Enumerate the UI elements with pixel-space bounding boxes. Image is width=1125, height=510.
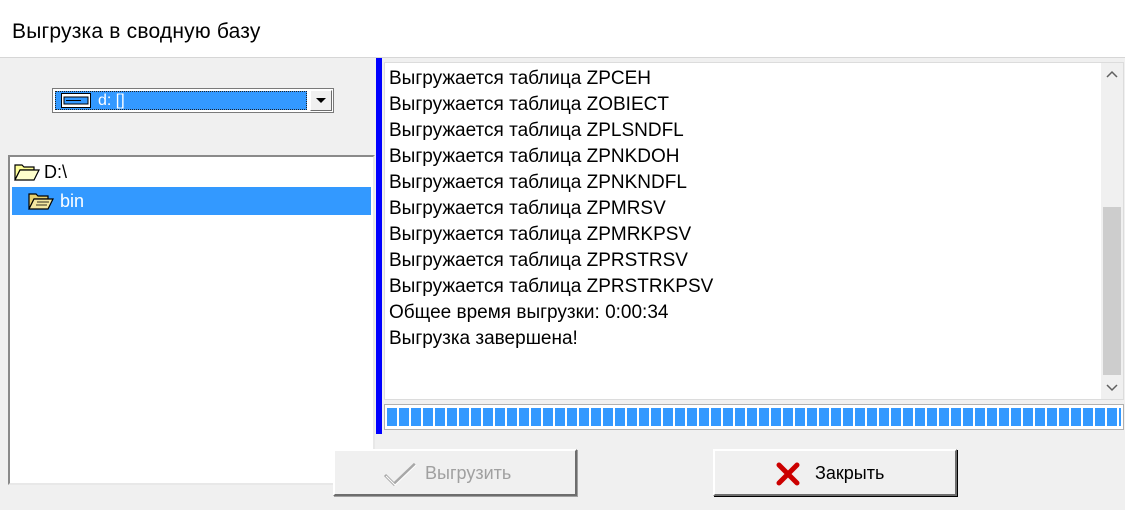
checkmark-icon xyxy=(383,462,417,486)
folder-open-icon xyxy=(14,164,40,181)
tree-item-root[interactable]: D:\ xyxy=(12,158,371,186)
log-line: Общее время выгрузки: 0:00:34 xyxy=(389,302,669,323)
tree-item-label: D:\ xyxy=(44,162,68,182)
scroll-down-button[interactable] xyxy=(1101,377,1123,399)
dialog-client-area: d: [] D:\ bin Выгружается таблица ZPCEH … xyxy=(0,58,1125,510)
close-icon xyxy=(776,462,800,486)
export-button[interactable]: Выгрузить xyxy=(333,449,577,496)
log-line: Выгружается таблица ZPMRSV xyxy=(389,198,666,219)
tree-item-bin[interactable]: bin xyxy=(12,187,371,215)
log-memo[interactable]: Выгружается таблица ZPCEH Выгружается та… xyxy=(384,62,1124,400)
log-accent-bar xyxy=(376,58,382,434)
drive-select-label: d: [] xyxy=(98,92,125,109)
progress-fill xyxy=(387,408,1121,426)
log-line: Выгружается таблица ZOBIECT xyxy=(389,94,669,115)
export-button-label: Выгрузить xyxy=(425,463,512,483)
folder-open-icon xyxy=(28,193,54,210)
title-bar: Выгрузка в сводную базу xyxy=(0,0,1125,58)
folder-tree[interactable]: D:\ bin xyxy=(8,155,375,485)
log-lines: Выгружается таблица ZPCEH Выгружается та… xyxy=(389,66,1089,352)
log-line: Выгружается таблица ZPNKDOH xyxy=(389,146,680,167)
chevron-down-icon xyxy=(316,98,326,103)
scroll-up-button[interactable] xyxy=(1101,63,1123,85)
tree-item-label: bin xyxy=(60,191,85,211)
log-line: Выгружается таблица ZPCEH xyxy=(389,68,652,89)
progress-bar xyxy=(384,404,1124,430)
log-line: Выгружается таблица ZPRSTRKPSV xyxy=(389,276,714,297)
chevron-down-icon xyxy=(1106,384,1118,392)
log-line: Выгружается таблица ZPRSTRSV xyxy=(389,250,688,271)
dropdown-button[interactable] xyxy=(310,90,332,111)
log-line: Выгружается таблица ZPLSNDFL xyxy=(389,120,684,141)
drive-select[interactable]: d: [] xyxy=(52,88,334,113)
drive-select-value: d: [] xyxy=(55,91,307,110)
window-title: Выгрузка в сводную базу xyxy=(12,20,261,43)
close-button[interactable]: Закрыть xyxy=(713,449,957,496)
scrollbar-thumb[interactable] xyxy=(1103,207,1121,375)
close-button-label: Закрыть xyxy=(815,463,885,483)
chevron-up-icon xyxy=(1106,70,1118,78)
log-line: Выгружается таблица ZPNKNDFL xyxy=(389,172,687,193)
vertical-scrollbar[interactable] xyxy=(1101,63,1123,399)
drive-icon xyxy=(61,93,91,108)
log-line: Выгружается таблица ZPMRKPSV xyxy=(389,224,692,245)
log-line: Выгрузка завершена! xyxy=(389,328,578,349)
